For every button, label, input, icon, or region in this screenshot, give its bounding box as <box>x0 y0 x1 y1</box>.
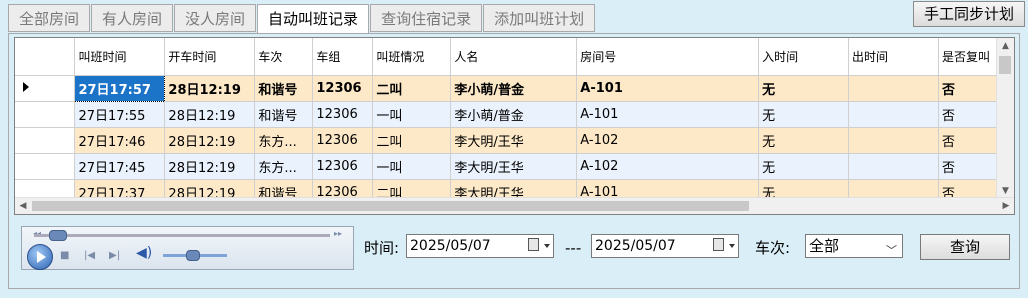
cell-call-time[interactable]: 27日17:46 <box>74 127 166 154</box>
cell-in-time[interactable]: 无 <box>758 75 850 102</box>
date-range-separator: --- <box>565 239 582 257</box>
cell-names[interactable]: 李大明/王华 <box>450 153 578 180</box>
table-row[interactable]: 27日17:46 28日12:19 东方... 12306 二叫 李大明/王华 A-102 无… <box>15 127 1014 154</box>
row-header[interactable] <box>15 75 76 102</box>
cell-call-status[interactable]: 一叫 <box>372 101 452 128</box>
chevron-down-icon: ﹀ <box>886 244 897 257</box>
seek-bar[interactable] <box>34 234 330 237</box>
col-header-in-time[interactable]: 入时间 <box>758 38 850 76</box>
col-header-call-status[interactable]: 叫班情况 <box>372 38 452 76</box>
col-header-room[interactable]: 房间号 <box>576 38 760 76</box>
col-header-depart-time[interactable]: 开车时间 <box>164 38 256 76</box>
next-icon[interactable]: ▶| <box>109 251 120 261</box>
row-header[interactable] <box>15 127 76 154</box>
cell-out-time[interactable] <box>848 101 939 128</box>
header-row: 叫班时间 开车时间 车次 车组 叫班情况 人名 房间号 入时间 出时间 是否复叫 <box>15 38 1014 76</box>
date-to-value: 2025/05/07 <box>595 238 676 254</box>
cell-call-time[interactable]: 27日17:55 <box>74 101 166 128</box>
cell-room[interactable]: A-102 <box>576 127 760 154</box>
dropdown-arrow-icon[interactable] <box>544 244 550 248</box>
dropdown-arrow-icon[interactable] <box>729 244 735 248</box>
tab-add-call-plan[interactable]: 添加叫班计划 <box>483 4 596 32</box>
col-header-call-time[interactable]: 叫班时间 <box>74 38 166 76</box>
cell-room[interactable]: A-102 <box>576 153 760 180</box>
table-row[interactable]: 27日17:55 28日12:19 和谐号 12306 一叫 李小萌/普金 A-101 无否 <box>15 101 1014 128</box>
cell-out-time[interactable] <box>848 75 939 102</box>
cell-crew[interactable]: 12306 <box>312 153 374 180</box>
tab-auto-call-records[interactable]: 自动叫班记录 <box>257 4 370 35</box>
row-header-corner <box>15 38 76 76</box>
query-button[interactable]: 查询 <box>920 234 1010 260</box>
table-body: 27日17:57 28日12:19 和谐号 12306 二叫 李小萌/普金 A-101 无否 2… <box>15 74 1014 206</box>
tab-bar: 全部房间 有人房间 没人房间 自动叫班记录 查询住宿记录 添加叫班计划 <box>8 4 596 35</box>
records-table: 叫班时间 开车时间 车次 车组 叫班情况 人名 房间号 入时间 出时间 是否复叫… <box>15 38 1014 206</box>
col-header-out-time[interactable]: 出时间 <box>848 38 939 76</box>
cell-out-time[interactable] <box>848 127 939 154</box>
cell-call-time[interactable]: 27日17:45 <box>74 153 166 180</box>
cell-call-status[interactable]: 二叫 <box>372 75 452 102</box>
cell-crew[interactable]: 12306 <box>312 75 374 102</box>
current-row-pointer-icon <box>23 81 29 92</box>
cell-train[interactable]: 和谐号 <box>254 75 314 102</box>
cell-depart-time[interactable]: 28日12:19 <box>164 153 256 180</box>
vertical-scroll-thumb[interactable] <box>999 56 1011 74</box>
cell-train[interactable]: 东方... <box>254 127 314 154</box>
col-header-train[interactable]: 车次 <box>254 38 314 76</box>
train-select-value: 全部 <box>809 237 840 255</box>
date-from-value: 2025/05/07 <box>410 238 491 254</box>
horizontal-scrollbar[interactable]: ◀ ▶ <box>15 197 1014 214</box>
cell-depart-time[interactable]: 28日12:19 <box>164 101 256 128</box>
volume-knob[interactable] <box>185 250 200 261</box>
media-player: ◂◂ ▸▸ ■ |◀ ▶| ◀) <box>21 226 354 270</box>
volume-speaker-icon[interactable]: ◀) <box>136 246 152 260</box>
date-from-picker[interactable]: 2025/05/07 <box>406 234 554 258</box>
play-button-icon[interactable] <box>27 244 53 270</box>
horizontal-scroll-thumb[interactable] <box>32 201 749 211</box>
cell-call-time[interactable]: 27日17:57 <box>74 74 166 102</box>
cell-names[interactable]: 李大明/王华 <box>450 127 578 154</box>
cell-room[interactable]: A-101 <box>576 75 760 102</box>
time-label: 时间: <box>364 239 400 257</box>
col-header-crew[interactable]: 车组 <box>312 38 374 76</box>
manual-sync-button[interactable]: 手工同步计划 <box>913 1 1025 27</box>
cell-in-time[interactable]: 无 <box>758 101 850 128</box>
cell-crew[interactable]: 12306 <box>312 101 374 128</box>
tab-all-rooms[interactable]: 全部房间 <box>8 4 91 32</box>
cell-in-time[interactable]: 无 <box>758 153 850 180</box>
seek-knob[interactable] <box>48 230 67 241</box>
cell-names[interactable]: 李小萌/普金 <box>450 75 578 102</box>
stop-icon[interactable]: ■ <box>60 251 69 261</box>
tab-empty-rooms[interactable]: 没人房间 <box>174 4 257 32</box>
cell-room[interactable]: A-101 <box>576 101 760 128</box>
train-label: 车次: <box>755 239 791 257</box>
cell-train[interactable]: 东方... <box>254 153 314 180</box>
table-row[interactable]: 27日17:45 28日12:19 东方... 12306 一叫 李大明/王华 A-102 无… <box>15 153 1014 180</box>
scroll-left-icon[interactable]: ◀ <box>15 198 31 214</box>
tab-query-stay-records[interactable]: 查询住宿记录 <box>370 4 483 32</box>
call-records-grid: 叫班时间 开车时间 车次 车组 叫班情况 人名 房间号 入时间 出时间 是否复叫… <box>14 37 1015 215</box>
train-select[interactable]: 全部 ﹀ <box>805 234 903 258</box>
cell-in-time[interactable]: 无 <box>758 127 850 154</box>
cell-depart-time[interactable]: 28日12:19 <box>164 127 256 154</box>
col-header-names[interactable]: 人名 <box>450 38 578 76</box>
table-row[interactable]: 27日17:57 28日12:19 和谐号 12306 二叫 李小萌/普金 A-101 无否 <box>15 74 1014 102</box>
fast-forward-icon[interactable]: ▸▸ <box>334 229 342 239</box>
date-to-picker[interactable]: 2025/05/07 <box>591 234 739 258</box>
row-header[interactable] <box>15 153 76 180</box>
cell-train[interactable]: 和谐号 <box>254 101 314 128</box>
tab-occupied-rooms[interactable]: 有人房间 <box>91 4 174 32</box>
cell-call-status[interactable]: 一叫 <box>372 153 452 180</box>
cell-depart-time[interactable]: 28日12:19 <box>164 75 256 102</box>
calendar-icon[interactable] <box>528 238 539 251</box>
cell-names[interactable]: 李小萌/普金 <box>450 101 578 128</box>
scroll-right-icon[interactable]: ▶ <box>998 198 1014 214</box>
cell-call-status[interactable]: 二叫 <box>372 127 452 154</box>
cell-out-time[interactable] <box>848 153 939 180</box>
cell-crew[interactable]: 12306 <box>312 127 374 154</box>
previous-icon[interactable]: |◀ <box>84 251 95 261</box>
row-header[interactable] <box>15 101 76 128</box>
calendar-icon[interactable] <box>713 238 724 251</box>
scroll-up-icon[interactable]: ▲ <box>997 38 1014 54</box>
vertical-scrollbar[interactable]: ▲ ▼ <box>996 38 1014 199</box>
